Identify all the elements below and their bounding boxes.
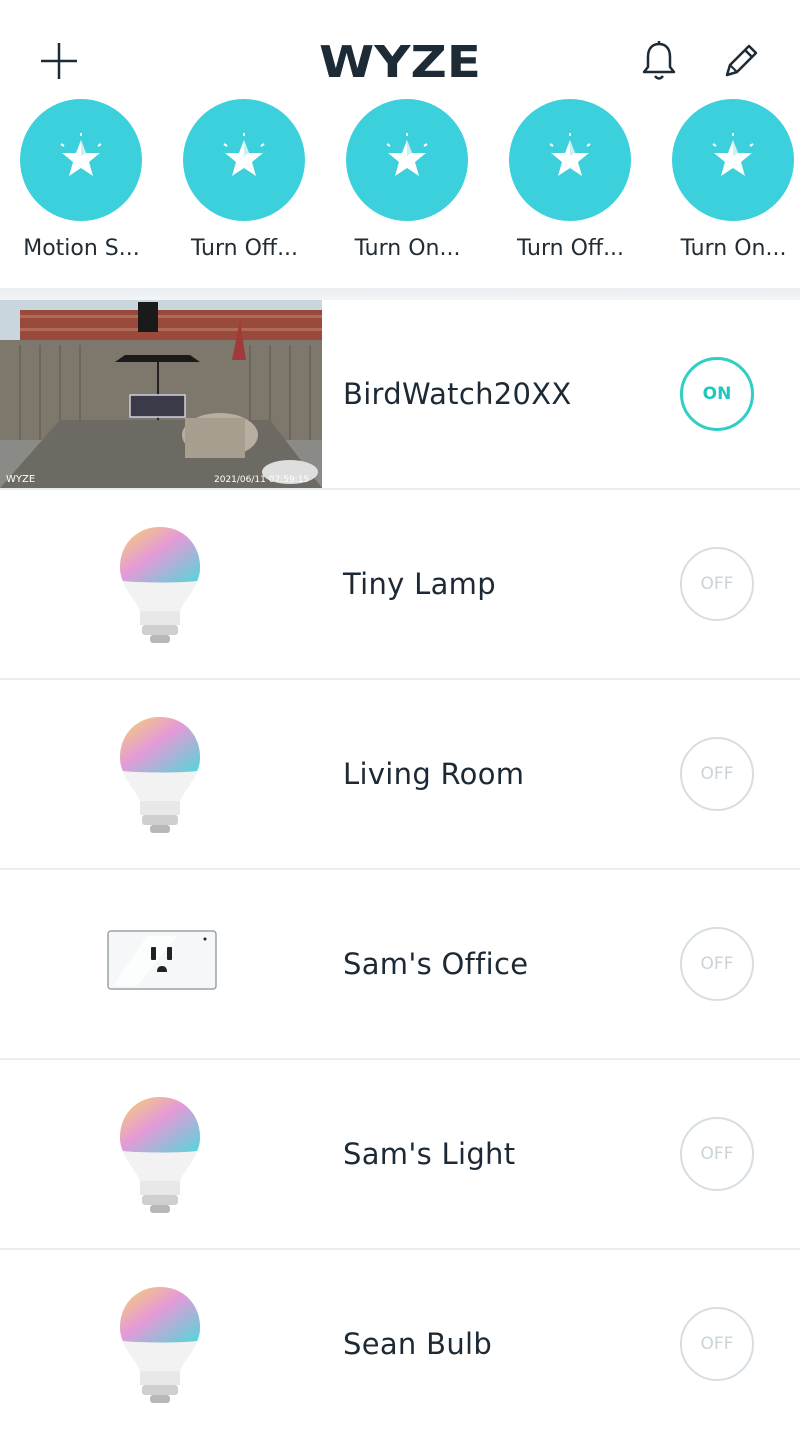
power-toggle[interactable]: OFF bbox=[680, 737, 754, 811]
star-icon bbox=[60, 133, 102, 176]
camera-overlay-timestamp: 2021/06/11 07:59:15 bbox=[214, 475, 309, 485]
add-device-button[interactable] bbox=[29, 31, 89, 91]
power-toggle[interactable]: OFF bbox=[680, 1117, 754, 1191]
bulb-icon bbox=[90, 512, 230, 662]
shortcut-item[interactable]: Motion S... bbox=[0, 98, 163, 278]
camera-thumbnail[interactable]: WYZE 2021/06/11 07:59:15 bbox=[0, 300, 322, 488]
shortcut-label: Turn On... bbox=[354, 236, 461, 261]
shortcut-circle bbox=[346, 99, 468, 221]
bell-icon bbox=[642, 41, 676, 80]
shortcut-circle bbox=[183, 99, 305, 221]
power-toggle[interactable]: OFF bbox=[680, 1307, 754, 1381]
device-name: Sean Bulb bbox=[343, 1327, 493, 1361]
shortcut-item[interactable]: Turn On... bbox=[326, 98, 489, 278]
shortcut-circle bbox=[20, 99, 142, 221]
bulb-icon bbox=[90, 1272, 230, 1422]
star-icon bbox=[712, 133, 754, 176]
shortcut-circle bbox=[672, 99, 794, 221]
shortcut-label: Turn On... bbox=[680, 236, 787, 261]
power-toggle[interactable]: OFF bbox=[680, 547, 754, 621]
power-toggle[interactable]: OFF bbox=[680, 927, 754, 1001]
shortcut-label: Turn Off... bbox=[190, 236, 299, 261]
shortcut-item[interactable]: Turn Off... bbox=[163, 98, 326, 278]
camera-overlay-brand: WYZE bbox=[6, 474, 35, 485]
plus-icon bbox=[41, 43, 77, 79]
device-row-sams-light[interactable]: Sam's Light OFF bbox=[0, 1060, 800, 1250]
device-name: BirdWatch20XX bbox=[343, 377, 572, 411]
device-row-sean-bulb[interactable]: Sean Bulb OFF bbox=[0, 1250, 800, 1438]
device-name: Sam's Office bbox=[343, 947, 529, 981]
edit-button[interactable] bbox=[711, 31, 771, 91]
shortcut-circle bbox=[509, 99, 631, 221]
bulb-icon bbox=[90, 1082, 230, 1232]
device-row-tiny-lamp[interactable]: Tiny Lamp OFF bbox=[0, 490, 800, 680]
device-name: Living Room bbox=[343, 757, 525, 791]
logo-text: WYZE bbox=[319, 42, 481, 80]
power-toggle[interactable]: ON bbox=[680, 357, 754, 431]
device-name: Tiny Lamp bbox=[343, 567, 496, 601]
notifications-button[interactable] bbox=[629, 31, 689, 91]
star-icon bbox=[549, 133, 591, 176]
device-row-birdwatch20xx[interactable]: WYZE 2021/06/11 07:59:15 BirdWatch20XX O… bbox=[0, 300, 800, 490]
shortcut-label: Motion S... bbox=[23, 236, 140, 261]
star-icon bbox=[386, 133, 428, 176]
star-icon bbox=[223, 133, 265, 176]
plug-icon bbox=[100, 925, 224, 995]
bulb-icon bbox=[90, 702, 230, 852]
pencil-icon bbox=[725, 44, 758, 77]
device-name: Sam's Light bbox=[343, 1137, 516, 1171]
shortcut-label: Turn Off... bbox=[516, 236, 625, 261]
wyze-logo: WYZE bbox=[300, 36, 500, 86]
device-row-sams-office[interactable]: Sam's Office OFF bbox=[0, 870, 800, 1060]
device-row-living-room[interactable]: Living Room OFF bbox=[0, 680, 800, 870]
shortcut-item[interactable]: Turn On... bbox=[652, 98, 800, 278]
shortcuts-bar: Motion S... Turn Off... Turn On... Turn … bbox=[0, 98, 800, 288]
shortcut-item[interactable]: Turn Off... bbox=[489, 98, 652, 278]
